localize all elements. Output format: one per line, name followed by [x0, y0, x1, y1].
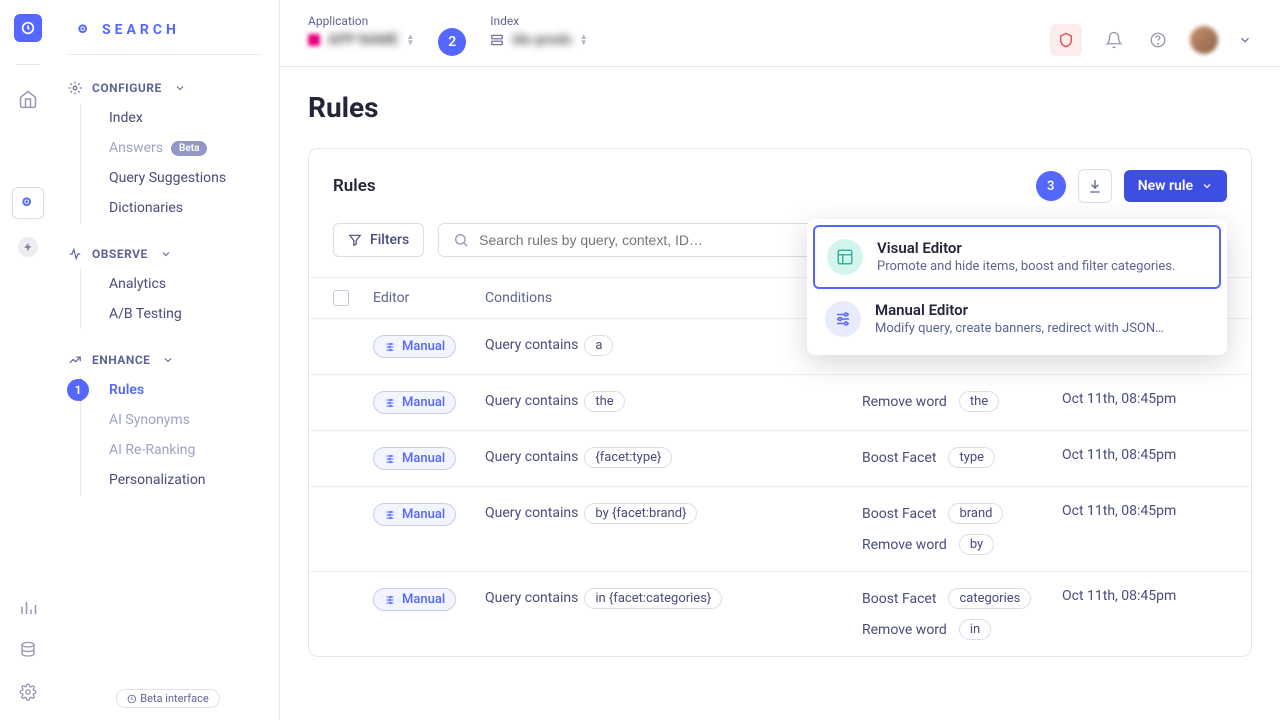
new-rule-dropdown: Visual Editor Promote and hide items, bo…: [807, 219, 1227, 355]
nav-answers[interactable]: AnswersBeta: [97, 133, 261, 163]
editor-tag: Manual: [373, 391, 456, 414]
section-enhance[interactable]: ENHANCE: [68, 345, 261, 375]
nav-index[interactable]: Index: [97, 103, 261, 133]
table-row[interactable]: Manual Query containsin {facet:categorie…: [309, 571, 1251, 656]
section-observe[interactable]: OBSERVE: [68, 239, 261, 269]
table-row[interactable]: Manual Query containsby {facet:brand} Bo…: [309, 486, 1251, 571]
sliders-icon: [825, 301, 861, 337]
beta-interface-badge[interactable]: Beta interface: [115, 689, 219, 708]
editor-tag: Manual: [373, 588, 456, 611]
avatar[interactable]: [1190, 26, 1218, 54]
nav-rail: [0, 0, 56, 720]
rule-count-badge: 3: [1036, 171, 1066, 201]
panel-title: Rules: [333, 176, 376, 196]
topbar: Application APP NAME ▲▼ 2 Index idx-prod…: [280, 0, 1280, 67]
gear-icon: [68, 81, 82, 95]
dropdown-manual-editor[interactable]: Manual Editor Modify query, create banne…: [813, 289, 1221, 349]
chevron-down-icon[interactable]: [1238, 33, 1252, 47]
layout-icon: [827, 239, 863, 275]
chevron-down-icon: [160, 248, 172, 260]
section-configure[interactable]: CONFIGURE: [68, 73, 261, 103]
settings-icon[interactable]: [16, 680, 40, 704]
help-icon[interactable]: [1146, 28, 1170, 52]
download-button[interactable]: [1078, 169, 1112, 203]
nav-analytics[interactable]: Analytics: [97, 269, 261, 299]
analytics-icon[interactable]: [16, 596, 40, 620]
new-rule-button[interactable]: New rule: [1124, 170, 1227, 202]
filters-button[interactable]: Filters: [333, 223, 424, 257]
app-selector[interactable]: Application APP NAME ▲▼: [308, 14, 414, 48]
security-alert-icon[interactable]: [1050, 24, 1082, 56]
page-title: Rules: [308, 91, 1252, 124]
search-product-icon[interactable]: [12, 187, 44, 219]
trend-icon: [68, 353, 82, 367]
rules-panel: Rules 3 New rule Filters: [308, 148, 1252, 657]
app-count-badge: 2: [438, 28, 466, 56]
editor-tag: Manual: [373, 503, 456, 526]
table-row[interactable]: Manual Query containsthe Remove wordthe …: [309, 374, 1251, 430]
data-icon[interactable]: [16, 638, 40, 662]
table-row[interactable]: Manual Query contains{facet:type} Boost …: [309, 430, 1251, 486]
index-selector[interactable]: Index idx-prods ▲▼: [490, 14, 587, 48]
select-all-checkbox[interactable]: [333, 290, 349, 306]
pulse-icon: [68, 247, 82, 261]
dropdown-visual-editor[interactable]: Visual Editor Promote and hide items, bo…: [813, 225, 1221, 289]
nav-ai-synonyms[interactable]: AI Synonyms: [97, 405, 261, 435]
app-color-icon: [308, 34, 320, 46]
updown-icon[interactable]: ▲▼: [406, 34, 414, 46]
product-title: SEARCH: [68, 14, 261, 54]
sidebar: SEARCH CONFIGURE Index AnswersBeta Query…: [56, 0, 280, 720]
updown-icon[interactable]: ▲▼: [580, 34, 588, 46]
nav-query-suggestions[interactable]: Query Suggestions: [97, 163, 261, 193]
nav-ai-reranking[interactable]: AI Re-Ranking: [97, 435, 261, 465]
chevron-down-icon: [1201, 180, 1213, 192]
brand-logo[interactable]: [14, 14, 42, 42]
chevron-down-icon: [174, 82, 186, 94]
recommend-icon[interactable]: [18, 237, 38, 257]
nav-ab-testing[interactable]: A/B Testing: [97, 299, 261, 329]
nav-dictionaries[interactable]: Dictionaries: [97, 193, 261, 223]
nav-rules[interactable]: 1 Rules: [97, 375, 261, 405]
editor-tag: Manual: [373, 335, 456, 358]
clock-icon: [126, 694, 136, 704]
home-icon[interactable]: [16, 87, 40, 111]
chevron-down-icon: [162, 354, 174, 366]
bell-icon[interactable]: [1102, 28, 1126, 52]
search-icon: [453, 232, 469, 248]
main: Application APP NAME ▲▼ 2 Index idx-prod…: [280, 0, 1280, 720]
rules-badge: 1: [67, 379, 89, 401]
index-icon: [490, 33, 504, 47]
filter-icon: [348, 233, 362, 247]
nav-personalization[interactable]: Personalization: [97, 465, 261, 495]
editor-tag: Manual: [373, 447, 456, 470]
